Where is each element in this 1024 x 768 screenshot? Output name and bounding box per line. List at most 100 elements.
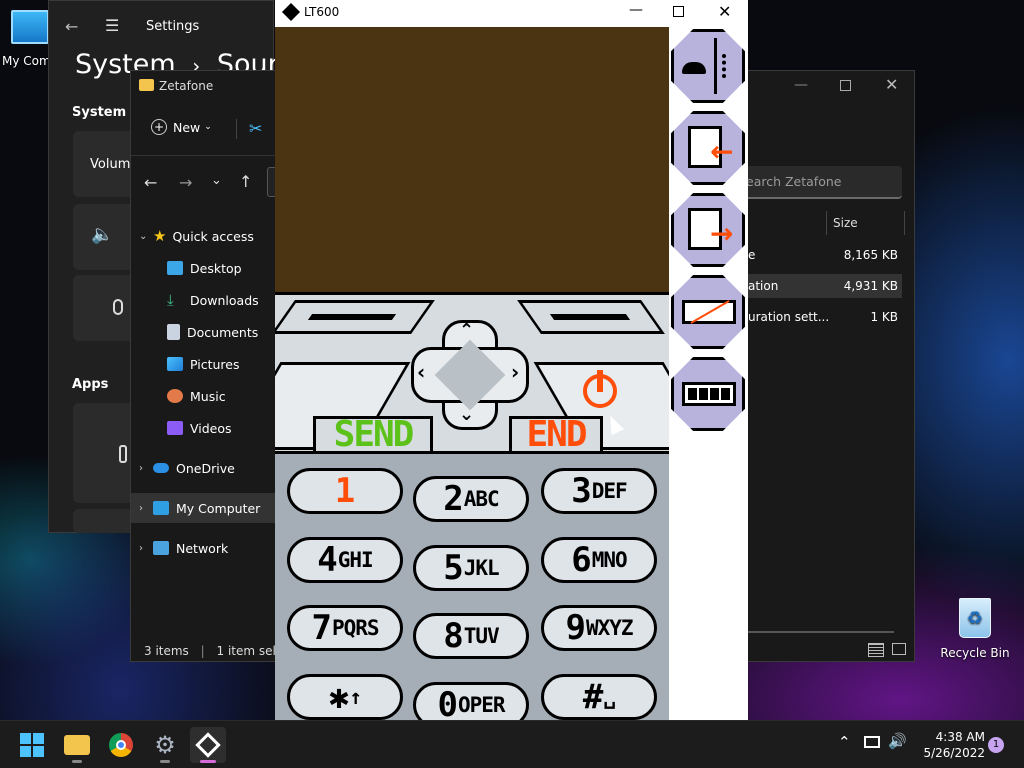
status-bar: 3 items | 1 item selecte <box>144 644 276 658</box>
right-softkey[interactable] <box>517 300 665 334</box>
nav-desktop[interactable]: Desktop <box>131 253 275 283</box>
microphone-icon <box>113 299 123 315</box>
horizontal-scrollbar[interactable] <box>748 631 894 633</box>
key-6[interactable]: 6 MNO <box>541 537 657 583</box>
key-9[interactable]: 9 WXYZ <box>541 605 657 651</box>
document-icon <box>167 324 180 340</box>
back-arrow-icon[interactable]: ← <box>65 17 78 36</box>
load-tool-button[interactable]: ← <box>671 111 745 185</box>
chevron-up-icon[interactable]: ⌃ <box>838 733 851 751</box>
key-8[interactable]: 8 TUV <box>413 613 529 659</box>
key-star[interactable]: ✱ ↑ <box>287 674 403 720</box>
chevron-down-icon: ⌄ <box>139 230 148 242</box>
file-explorer-taskbar-button[interactable] <box>59 727 95 763</box>
battery-full-icon <box>682 382 736 406</box>
gear-icon: ⚙ <box>154 731 176 759</box>
volume-icon[interactable]: 🔊 <box>888 732 907 750</box>
search-input[interactable]: earch Zetafone <box>728 166 902 199</box>
chevron-right-icon: › <box>139 542 143 554</box>
key-1[interactable]: 1 <box>287 468 403 514</box>
settings-taskbar-button[interactable]: ⚙ <box>147 727 183 763</box>
network-icon <box>153 541 169 555</box>
dpad-left-icon[interactable]: ‹ <box>417 360 425 384</box>
tiles-view-icon[interactable] <box>892 643 906 655</box>
forward-arrow-icon[interactable]: → <box>179 173 192 192</box>
nav-pictures[interactable]: Pictures <box>131 349 275 379</box>
start-button[interactable] <box>14 727 50 763</box>
battery-full-button[interactable] <box>671 357 745 431</box>
key-5[interactable]: 5 JKL <box>413 545 529 591</box>
phone-display <box>275 27 669 292</box>
network-icon[interactable] <box>864 736 880 748</box>
minimize-icon[interactable]: — <box>794 77 808 93</box>
dpad[interactable]: ⌃ ⌄ ‹ › <box>411 320 529 430</box>
new-button[interactable]: + New ⌄ <box>151 119 212 135</box>
clock[interactable]: 4:38 AM 5/26/2022 <box>915 729 985 761</box>
key-0[interactable]: 0 OPER <box>413 682 529 720</box>
explorer-window-back: — ✕ earch Zetafone Size e 8,165 KB ation… <box>728 70 915 662</box>
music-icon <box>167 389 183 403</box>
pictures-icon <box>167 357 183 371</box>
hamburger-menu-icon[interactable]: ☰ <box>105 16 119 35</box>
key-4[interactable]: 4 GHI <box>287 537 403 583</box>
chrome-taskbar-button[interactable] <box>103 727 139 763</box>
file-row[interactable]: uration sett... 1 KB <box>748 305 902 329</box>
videos-icon <box>167 421 183 435</box>
usb-device-icon <box>119 445 127 463</box>
save-tool-button[interactable]: → <box>671 193 745 267</box>
maximize-icon[interactable] <box>673 6 684 17</box>
nav-apps-label[interactable]: Apps <box>72 377 108 392</box>
close-icon[interactable]: ✕ <box>718 2 731 21</box>
star-icon: ★ <box>153 227 167 245</box>
lt600-taskbar-button[interactable] <box>190 727 226 763</box>
back-arrow-icon[interactable]: ← <box>144 173 157 192</box>
nav-music[interactable]: Music <box>131 381 275 411</box>
nav-quick-access[interactable]: ⌄ ★ Quick access <box>131 221 275 251</box>
nav-my-computer[interactable]: › My Computer <box>131 493 275 523</box>
maximize-icon[interactable] <box>840 80 851 91</box>
dpad-down-icon[interactable]: ⌄ <box>459 404 474 425</box>
battery-empty-button[interactable] <box>671 275 745 349</box>
send-label: SEND <box>313 416 433 454</box>
taskbar: ⚙ ⌃ 🔊 4:38 AM 5/26/2022 1 <box>0 720 1024 768</box>
app-logo-icon <box>281 2 301 22</box>
up-arrow-icon[interactable]: ↑ <box>239 172 252 191</box>
recycle-bin-icon: ♻ <box>959 598 991 638</box>
close-icon[interactable]: ✕ <box>885 75 898 94</box>
notification-badge[interactable]: 1 <box>988 737 1004 753</box>
key-2[interactable]: 2 ABC <box>413 476 529 522</box>
key-7[interactable]: 7 PQRS <box>287 605 403 651</box>
file-row[interactable]: e 8,165 KB <box>748 243 902 267</box>
recent-chevron-icon[interactable]: ⌄ <box>211 173 222 188</box>
nav-system-label[interactable]: System <box>72 105 126 120</box>
nav-downloads[interactable]: ⤓ Downloads <box>131 285 275 315</box>
windows-logo-icon <box>20 733 44 757</box>
folder-icon <box>64 735 90 755</box>
minimize-icon[interactable]: — <box>629 2 643 18</box>
dpad-right-icon[interactable]: › <box>511 360 519 384</box>
desktop-recycle-bin[interactable]: ♻ Recycle Bin <box>940 598 1010 660</box>
cut-icon[interactable]: ✂ <box>249 119 262 138</box>
download-icon: ⤓ <box>167 291 174 309</box>
nav-documents[interactable]: Documents <box>131 317 275 347</box>
speaker-icon: 🔈 <box>91 224 114 245</box>
tool-panel: ← → <box>669 27 748 720</box>
monitor-icon <box>153 501 169 515</box>
window-title: Zetafone <box>159 79 214 93</box>
details-view-icon[interactable] <box>868 643 884 657</box>
folder-icon <box>139 79 154 91</box>
nav-onedrive[interactable]: › OneDrive <box>131 453 275 483</box>
end-label: END <box>509 416 603 454</box>
nav-network[interactable]: › Network <box>131 533 275 563</box>
column-size-header[interactable]: Size <box>833 216 858 230</box>
file-row-selected[interactable]: ation 4,931 KB <box>748 274 902 298</box>
explorer-window: Zetafone + New ⌄ ✂ ← → ⌄ ↑ ⌄ ★ Quick acc… <box>130 70 276 662</box>
cloud-icon <box>153 463 169 473</box>
hang-up-tool-button[interactable] <box>671 29 745 103</box>
key-hash[interactable]: # ␣ <box>541 674 657 720</box>
chevron-right-icon: › <box>139 462 143 474</box>
nav-videos[interactable]: Videos <box>131 413 275 443</box>
key-3[interactable]: 3 DEF <box>541 468 657 514</box>
dpad-up-icon[interactable]: ⌃ <box>459 320 474 341</box>
phone-keypad-area: ⌃ ⌄ ‹ › SEND END 1 2 ABC 3 DEF 4 GHI 5 JKL 6… <box>275 292 669 720</box>
